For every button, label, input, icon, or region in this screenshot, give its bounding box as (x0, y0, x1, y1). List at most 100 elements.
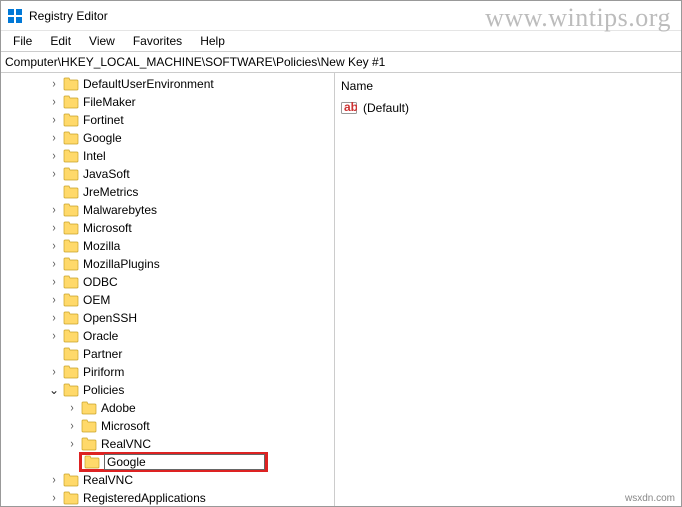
tree-row[interactable]: ›Microsoft (1, 417, 334, 435)
chevron-right-icon[interactable]: › (47, 95, 61, 108)
folder-icon (63, 311, 79, 325)
chevron-right-icon[interactable]: › (47, 203, 61, 216)
folder-icon (81, 401, 97, 415)
tree-row[interactable] (1, 453, 334, 471)
tree-row[interactable]: › Google (1, 129, 334, 147)
folder-icon (63, 167, 79, 181)
tree-row[interactable]: › FileMaker (1, 93, 334, 111)
chevron-right-icon[interactable]: › (47, 365, 61, 378)
tree-item-label: Partner (83, 347, 122, 361)
menu-favorites[interactable]: Favorites (125, 32, 190, 50)
folder-icon (63, 329, 79, 343)
folder-icon (63, 185, 79, 199)
folder-icon (63, 221, 79, 235)
folder-icon (63, 113, 79, 127)
folder-icon (63, 383, 79, 397)
tree-item-label: Policies (83, 383, 124, 397)
tree-item-label: Intel (83, 149, 106, 163)
menu-view[interactable]: View (81, 32, 123, 50)
chevron-right-icon[interactable]: › (47, 149, 61, 162)
window-title: Registry Editor (29, 9, 108, 23)
address-input[interactable] (5, 55, 677, 69)
folder-icon (63, 77, 79, 91)
tree-row[interactable]: › JavaSoft (1, 165, 334, 183)
tree-row[interactable]: › ODBC (1, 273, 334, 291)
tree-row[interactable]: › Oracle (1, 327, 334, 345)
tree-item-label: Mozilla (83, 239, 120, 253)
tree-item-label: Fortinet (83, 113, 124, 127)
tree-row[interactable]: › RegisteredApplications (1, 489, 334, 506)
folder-icon (63, 149, 79, 163)
tree-row[interactable]: JreMetrics (1, 183, 334, 201)
chevron-right-icon[interactable]: › (47, 275, 61, 288)
folder-icon (63, 203, 79, 217)
chevron-right-icon[interactable]: › (47, 239, 61, 252)
chevron-right-icon[interactable]: › (47, 329, 61, 342)
tree-item-label: Oracle (83, 329, 118, 343)
column-header-name[interactable]: Name (341, 77, 675, 99)
chevron-right-icon[interactable]: › (47, 131, 61, 144)
tree-row[interactable]: › Mozilla (1, 237, 334, 255)
tree-item-label: ODBC (83, 275, 118, 289)
tree-row[interactable]: › RealVNC (1, 435, 334, 453)
menu-edit[interactable]: Edit (42, 32, 79, 50)
tree-row[interactable]: › OpenSSH (1, 309, 334, 327)
chevron-right-icon[interactable]: › (47, 167, 61, 180)
tree-row[interactable]: › Malwarebytes (1, 201, 334, 219)
chevron-right-icon[interactable]: › (65, 437, 79, 450)
folder-icon (63, 473, 79, 487)
folder-icon (63, 257, 79, 271)
menubar: File Edit View Favorites Help (1, 31, 681, 51)
chevron-right-icon[interactable]: › (47, 77, 61, 90)
tree-row[interactable]: › Piriform (1, 363, 334, 381)
tree-item-label: Malwarebytes (83, 203, 157, 217)
tree-row[interactable]: › MozillaPlugins (1, 255, 334, 273)
tree-row[interactable]: › Intel (1, 147, 334, 165)
tree-item-label: MozillaPlugins (83, 257, 160, 271)
menu-file[interactable]: File (5, 32, 40, 50)
rename-input[interactable] (104, 454, 265, 470)
tree-row[interactable]: ›RealVNC (1, 471, 334, 489)
values-panel: Name ab (Default) (335, 73, 681, 506)
tree-item-label: FileMaker (83, 95, 136, 109)
tree-item-label: Google (83, 131, 122, 145)
folder-icon (63, 491, 79, 505)
tree-row[interactable]: ⌄ Policies (1, 381, 334, 399)
chevron-right-icon[interactable]: › (47, 221, 61, 234)
menu-help[interactable]: Help (192, 32, 233, 50)
folder-icon (63, 365, 79, 379)
string-value-icon: ab (341, 100, 357, 116)
chevron-right-icon[interactable]: › (47, 311, 61, 324)
value-row-default[interactable]: ab (Default) (341, 99, 675, 117)
chevron-right-icon[interactable]: › (47, 257, 61, 270)
tree-item-label: OpenSSH (83, 311, 137, 325)
titlebar: Registry Editor (1, 1, 681, 31)
tree-row[interactable]: ›OEM (1, 291, 334, 309)
chevron-right-icon[interactable]: › (47, 491, 61, 504)
folder-icon (84, 455, 100, 469)
rename-highlight (79, 452, 268, 472)
tree-panel[interactable]: ›DefaultUserEnvironment›FileMaker›Fortin… (1, 73, 335, 506)
chevron-right-icon[interactable]: › (47, 113, 61, 126)
tree-row[interactable]: › Fortinet (1, 111, 334, 129)
tree-item-label: RegisteredApplications (83, 491, 206, 505)
tree-row[interactable]: ›DefaultUserEnvironment (1, 75, 334, 93)
tree-row[interactable]: ›Microsoft (1, 219, 334, 237)
app-icon (7, 8, 23, 24)
tree-item-label: Adobe (101, 401, 136, 415)
chevron-right-icon[interactable]: › (47, 293, 61, 306)
chevron-right-icon[interactable]: › (65, 419, 79, 432)
svg-text:ab: ab (344, 100, 357, 114)
chevron-down-icon[interactable]: ⌄ (47, 383, 61, 397)
folder-icon (63, 239, 79, 253)
tree-item-label: JavaSoft (83, 167, 130, 181)
chevron-right-icon[interactable]: › (47, 473, 61, 486)
folder-icon (63, 131, 79, 145)
chevron-right-icon[interactable]: › (65, 401, 79, 414)
tree-row[interactable]: › Adobe (1, 399, 334, 417)
tree-item-label: Piriform (83, 365, 124, 379)
folder-icon (81, 437, 97, 451)
tree-item-label: RealVNC (101, 437, 151, 451)
tree-row[interactable]: Partner (1, 345, 334, 363)
folder-icon (63, 95, 79, 109)
